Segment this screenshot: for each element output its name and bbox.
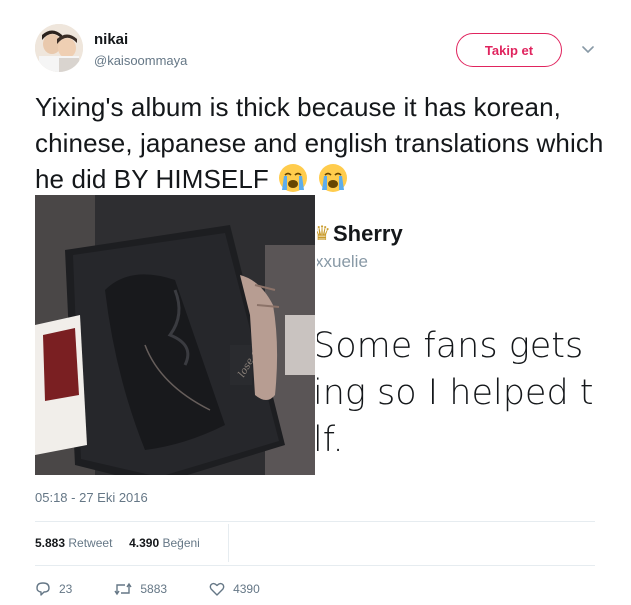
like-stat-label[interactable]: Beğeni — [162, 536, 199, 550]
album-photo[interactable]: lose control — [35, 195, 315, 475]
retweet-stat-label[interactable]: Retweet — [68, 536, 112, 550]
user-handle[interactable]: @kaisoommaya — [94, 53, 187, 68]
heart-icon — [209, 582, 225, 596]
reply-icon — [36, 582, 50, 596]
retweet-count: 5883 — [140, 582, 168, 596]
user-name[interactable]: nikai — [94, 31, 128, 48]
retweet-stat-count[interactable]: 5.883 — [35, 536, 65, 550]
like-button[interactable]: 4390 — [209, 581, 260, 597]
loudly-crying-face-icon — [318, 164, 347, 192]
reply-button[interactable]: 23 — [35, 581, 72, 597]
divider — [35, 521, 595, 522]
retweet-button[interactable]: 5883 — [114, 581, 167, 597]
avatar[interactable] — [35, 24, 83, 72]
divider — [35, 565, 595, 566]
like-stat-count[interactable]: 4.390 — [129, 536, 159, 550]
embedded-tweet-text: Some fans gets ti ing so I helped th lf. — [317, 323, 595, 464]
timestamp[interactable]: 05:18 - 27 Eki 2016 — [35, 490, 148, 505]
chevron-down-icon[interactable] — [579, 41, 597, 59]
like-count: 4390 — [233, 582, 260, 596]
embedded-line: Some fans gets ti — [317, 326, 595, 366]
reply-count: 23 — [59, 582, 73, 596]
embedded-user-name: Sherry — [333, 221, 403, 246]
retweet-icon — [114, 582, 132, 596]
tweet-media[interactable]: lose control ♛ Sherry xxuelie Some fans … — [35, 195, 595, 475]
embedded-line: ing so I helped th — [317, 373, 595, 413]
embedded-user-handle: xxuelie — [317, 252, 368, 271]
loudly-crying-face-icon — [279, 164, 308, 192]
embedded-tweet-screenshot[interactable]: ♛ Sherry xxuelie Some fans gets ti ing s… — [317, 195, 595, 475]
embedded-line: lf. — [317, 420, 344, 460]
follow-button[interactable]: Takip et — [456, 33, 562, 67]
crown-icon: ♛ — [317, 223, 331, 245]
tweet-text: Yixing's album is thick because it has k… — [35, 89, 610, 197]
divider — [228, 524, 229, 562]
tweet-actions: 23 5883 4390 — [35, 581, 302, 597]
tweet-stats: 5.883 Retweet 4.390 Beğeni — [35, 536, 200, 550]
